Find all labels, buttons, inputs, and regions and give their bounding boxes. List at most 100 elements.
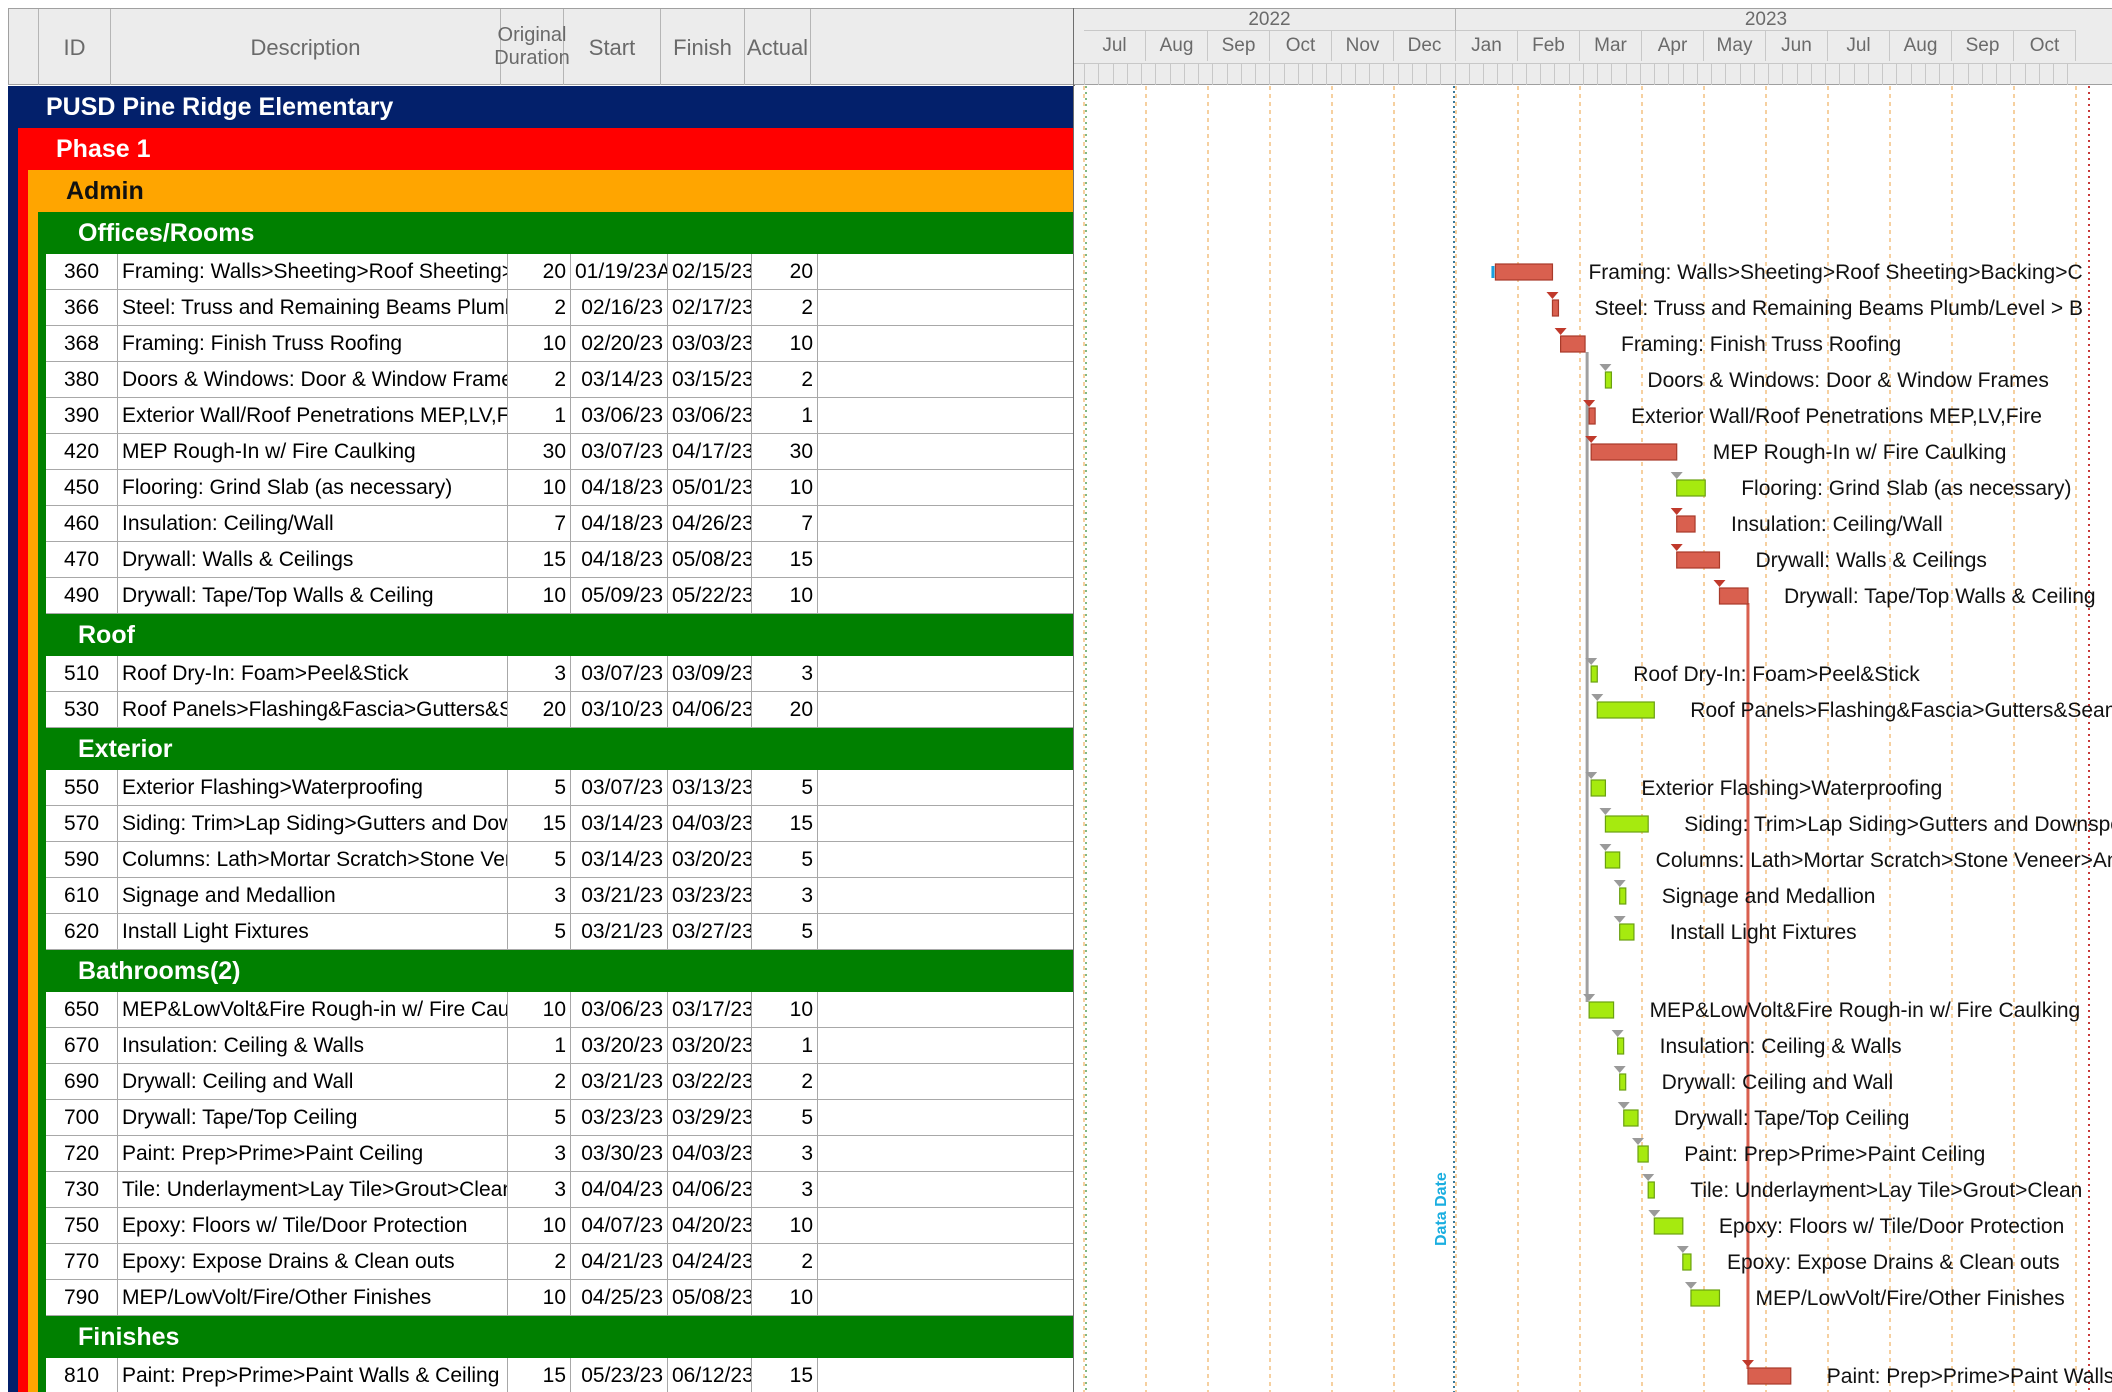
activity-bar[interactable] [1551, 299, 1560, 317]
timescale-week-tick [2067, 63, 2069, 85]
col-header-finish[interactable]: Finish [661, 9, 745, 85]
activity-bar[interactable] [1588, 1001, 1615, 1019]
activity-row[interactable]: 750 Epoxy: Floors w/ Tile/Door Protection… [46, 1208, 1074, 1244]
finish-date-cell: 04/06/23 [668, 1172, 752, 1207]
activity-row[interactable]: 720 Paint: Prep>Prime>Paint Ceiling 3 03/30… [46, 1136, 1074, 1172]
activity-bar[interactable] [1690, 1289, 1721, 1307]
timescale-week-tick [1155, 63, 1157, 85]
activity-bar[interactable] [1604, 851, 1621, 869]
activity-row[interactable]: 700 Drywall: Tape/Top Ceiling 5 03/23/23 03/… [46, 1100, 1074, 1136]
activity-bar[interactable] [1596, 701, 1655, 719]
activity-bar-label: MEP&LowVolt&Fire Rough-in w/ Fire Caulki… [1650, 999, 2081, 1022]
activity-bar[interactable] [1623, 1109, 1639, 1127]
activity-row[interactable]: 690 Drywall: Ceiling and Wall 2 03/21/23 03/… [46, 1064, 1074, 1100]
finish-date-cell: 03/13/23 [668, 770, 752, 805]
activity-id-cell: 470 [46, 542, 118, 577]
col-header-description[interactable]: Description [111, 9, 501, 85]
activity-row[interactable]: 450 Flooring: Grind Slab (as necessary) 10… [46, 470, 1074, 506]
col-header-actual[interactable]: Actual [745, 9, 811, 85]
timescale-month: Sep [1952, 31, 2014, 61]
activity-bar[interactable] [1619, 923, 1635, 941]
activity-bar[interactable] [1590, 443, 1678, 461]
activity-row[interactable]: 360 Framing: Walls>Sheeting>Roof Sheeting… [46, 254, 1074, 290]
activity-bar-label: Epoxy: Expose Drains & Clean outs [1727, 1251, 2060, 1274]
original-duration-cell: 10 [508, 326, 571, 361]
activity-row[interactable]: 460 Insulation: Ceiling/Wall 7 04/18/23 04/2… [46, 506, 1074, 542]
timescale-year: 2023 [1456, 9, 2076, 31]
activity-description-cell: MEP Rough-In w/ Fire Caulking [118, 434, 508, 469]
activity-row[interactable]: 490 Drywall: Tape/Top Walls & Ceiling 10 05… [46, 578, 1074, 614]
timescale-week-tick [1725, 63, 1727, 85]
finish-date-cell: 03/20/23 [668, 842, 752, 877]
activity-row[interactable]: 390 Exterior Wall/Roof Penetrations MEP,L… [46, 398, 1074, 434]
activity-bar[interactable] [1637, 1145, 1649, 1163]
actual-duration-cell: 1 [752, 1028, 818, 1063]
original-duration-cell: 3 [508, 656, 571, 691]
start-date-cell: 03/21/23 [571, 914, 668, 949]
activity-bar-label: Insulation: Ceiling & Walls [1660, 1035, 1902, 1058]
activity-row[interactable]: 380 Doors & Windows: Door & Window Frames… [46, 362, 1074, 398]
section-header[interactable]: Roof [78, 614, 135, 656]
col-header-start[interactable]: Start [564, 9, 661, 85]
activity-row[interactable]: 790 MEP/LowVolt/Fire/Other Finishes 10 04/2… [46, 1280, 1074, 1316]
activity-row[interactable]: 510 Roof Dry-In: Foam>Peel&Stick 3 03/07/23… [46, 656, 1074, 692]
activity-bar[interactable] [1718, 587, 1749, 605]
activity-bar[interactable] [1653, 1217, 1684, 1235]
finish-date-cell: 03/17/23 [668, 992, 752, 1027]
activity-bar[interactable] [1588, 407, 1596, 425]
start-date-cell: 03/06/23 [571, 398, 668, 433]
activity-bar[interactable] [1682, 1253, 1692, 1271]
activity-bar[interactable] [1647, 1181, 1655, 1199]
section-header[interactable]: Finishes [78, 1316, 179, 1358]
col-header-id[interactable]: ID [39, 9, 111, 85]
activity-bar[interactable] [1676, 551, 1721, 569]
row-selector-header[interactable] [9, 9, 39, 85]
section-header[interactable]: Exterior [78, 728, 172, 770]
activity-row[interactable]: 620 Install Light Fixtures 5 03/21/23 03/27/… [46, 914, 1074, 950]
finish-date-cell: 04/17/23 [668, 434, 752, 469]
section-header[interactable]: Bathrooms(2) [78, 950, 241, 992]
timescale-week-tick [1953, 63, 1955, 85]
activity-row[interactable]: 368 Framing: Finish Truss Roofing 10 02/20/… [46, 326, 1074, 362]
original-duration-cell: 3 [508, 878, 571, 913]
activity-bar[interactable] [1619, 887, 1627, 905]
activity-row[interactable]: 550 Exterior Flashing>Waterproofing 5 03/07… [46, 770, 1074, 806]
activity-bar[interactable] [1676, 515, 1696, 533]
activity-bar[interactable] [1590, 779, 1607, 797]
activity-bar[interactable] [1619, 1073, 1627, 1091]
activity-bar[interactable] [1747, 1367, 1792, 1385]
activity-id-cell: 720 [46, 1136, 118, 1171]
timescale-week-tick [2010, 63, 2012, 85]
activity-row[interactable]: 590 Columns: Lath>Mortar Scratch>Stone Ve… [46, 842, 1074, 878]
activity-row[interactable]: 670 Insulation: Ceiling & Walls 1 03/20/23 0… [46, 1028, 1074, 1064]
activity-bar[interactable] [1590, 665, 1598, 683]
activity-description-cell: Framing: Finish Truss Roofing [118, 326, 508, 361]
activity-bar-label: Signage and Medallion [1662, 885, 1876, 908]
gantt-canvas: Data Date Framing: Walls>Sheeting>Roof Sh… [1083, 86, 2112, 1392]
activity-bar[interactable] [1560, 335, 1586, 353]
activity-bar[interactable] [1604, 371, 1613, 389]
activity-row[interactable]: 770 Epoxy: Expose Drains & Clean outs 2 04/… [46, 1244, 1074, 1280]
timescale-week-tick [1597, 63, 1599, 85]
activity-bar[interactable] [1494, 263, 1554, 281]
activity-bar[interactable] [1617, 1037, 1625, 1055]
timescale-week-tick [1369, 63, 1371, 85]
activity-row[interactable]: 530Roof Panels>Flashing&Fascia>Gutters&S… [46, 692, 1074, 728]
timescale-week-tick [2038, 63, 2040, 85]
timescale-week-tick [1255, 63, 1257, 85]
timescale-week-tick [1796, 63, 1798, 85]
activity-row[interactable]: 810 Paint: Prep>Prime>Paint Walls & Ceili… [46, 1358, 1074, 1392]
activity-row[interactable]: 420 MEP Rough-In w/ Fire Caulking 30 03/07/… [46, 434, 1074, 470]
activity-row[interactable]: 366 Steel: Truss and Remaining Beams Plum… [46, 290, 1074, 326]
section-header[interactable]: Offices/Rooms [78, 212, 254, 254]
activity-bar-label: Insulation: Ceiling/Wall [1731, 513, 1943, 536]
activity-row[interactable]: 730 Tile: Underlayment>Lay Tile>Grout>Cle… [46, 1172, 1074, 1208]
activity-bar[interactable] [1604, 815, 1649, 833]
activity-row[interactable]: 610 Signage and Medallion 3 03/21/23 03/23/2… [46, 878, 1074, 914]
timescale-header: 2022 2023 Jul Aug Sep Oct Nov Dec Jan Feb Mar Apr Ma… [1074, 8, 2112, 85]
activity-bar[interactable] [1676, 479, 1706, 497]
col-header-original-duration[interactable]: Original Duration [494, 9, 570, 85]
activity-row[interactable]: 650MEP&LowVolt&Fire Rough-in w/ Fire Cau… [46, 992, 1074, 1028]
activity-row[interactable]: 470 Drywall: Walls & Ceilings 15 04/18/23 05… [46, 542, 1074, 578]
activity-row[interactable]: 570 Siding: Trim>Lap Siding>Gutters and D… [46, 806, 1074, 842]
